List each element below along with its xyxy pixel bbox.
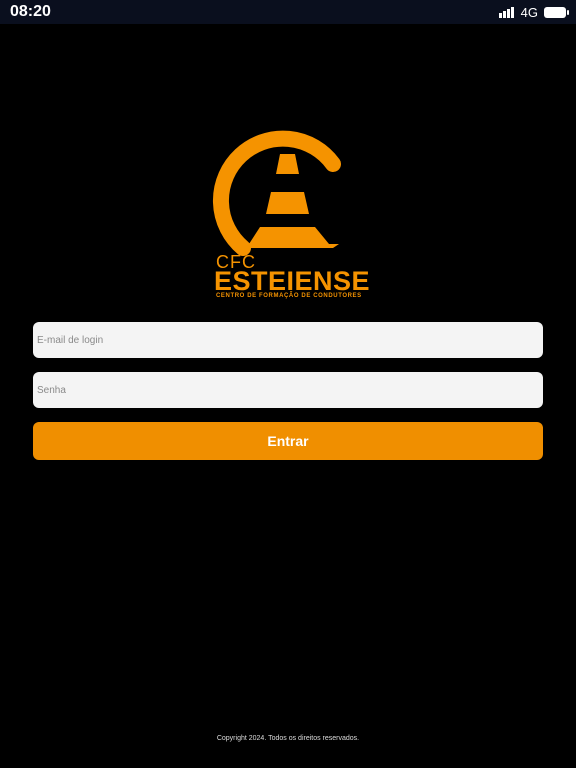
status-time: 08:20 <box>10 3 51 20</box>
network-type: 4G <box>520 4 538 20</box>
logo-tagline-text: CENTRO DE FORMAÇÃO DE CONDUTORES <box>216 293 362 299</box>
email-field[interactable] <box>33 322 543 358</box>
copyright-text: Copyright 2024. Todos os direitos reserv… <box>216 735 360 742</box>
status-icons: 4G <box>498 4 569 20</box>
battery-icon <box>544 6 569 18</box>
status-bar: 08:20 4G <box>0 0 576 24</box>
signal-icon <box>498 6 514 18</box>
password-field[interactable] <box>33 372 543 408</box>
login-button[interactable]: Entrar <box>33 422 543 460</box>
